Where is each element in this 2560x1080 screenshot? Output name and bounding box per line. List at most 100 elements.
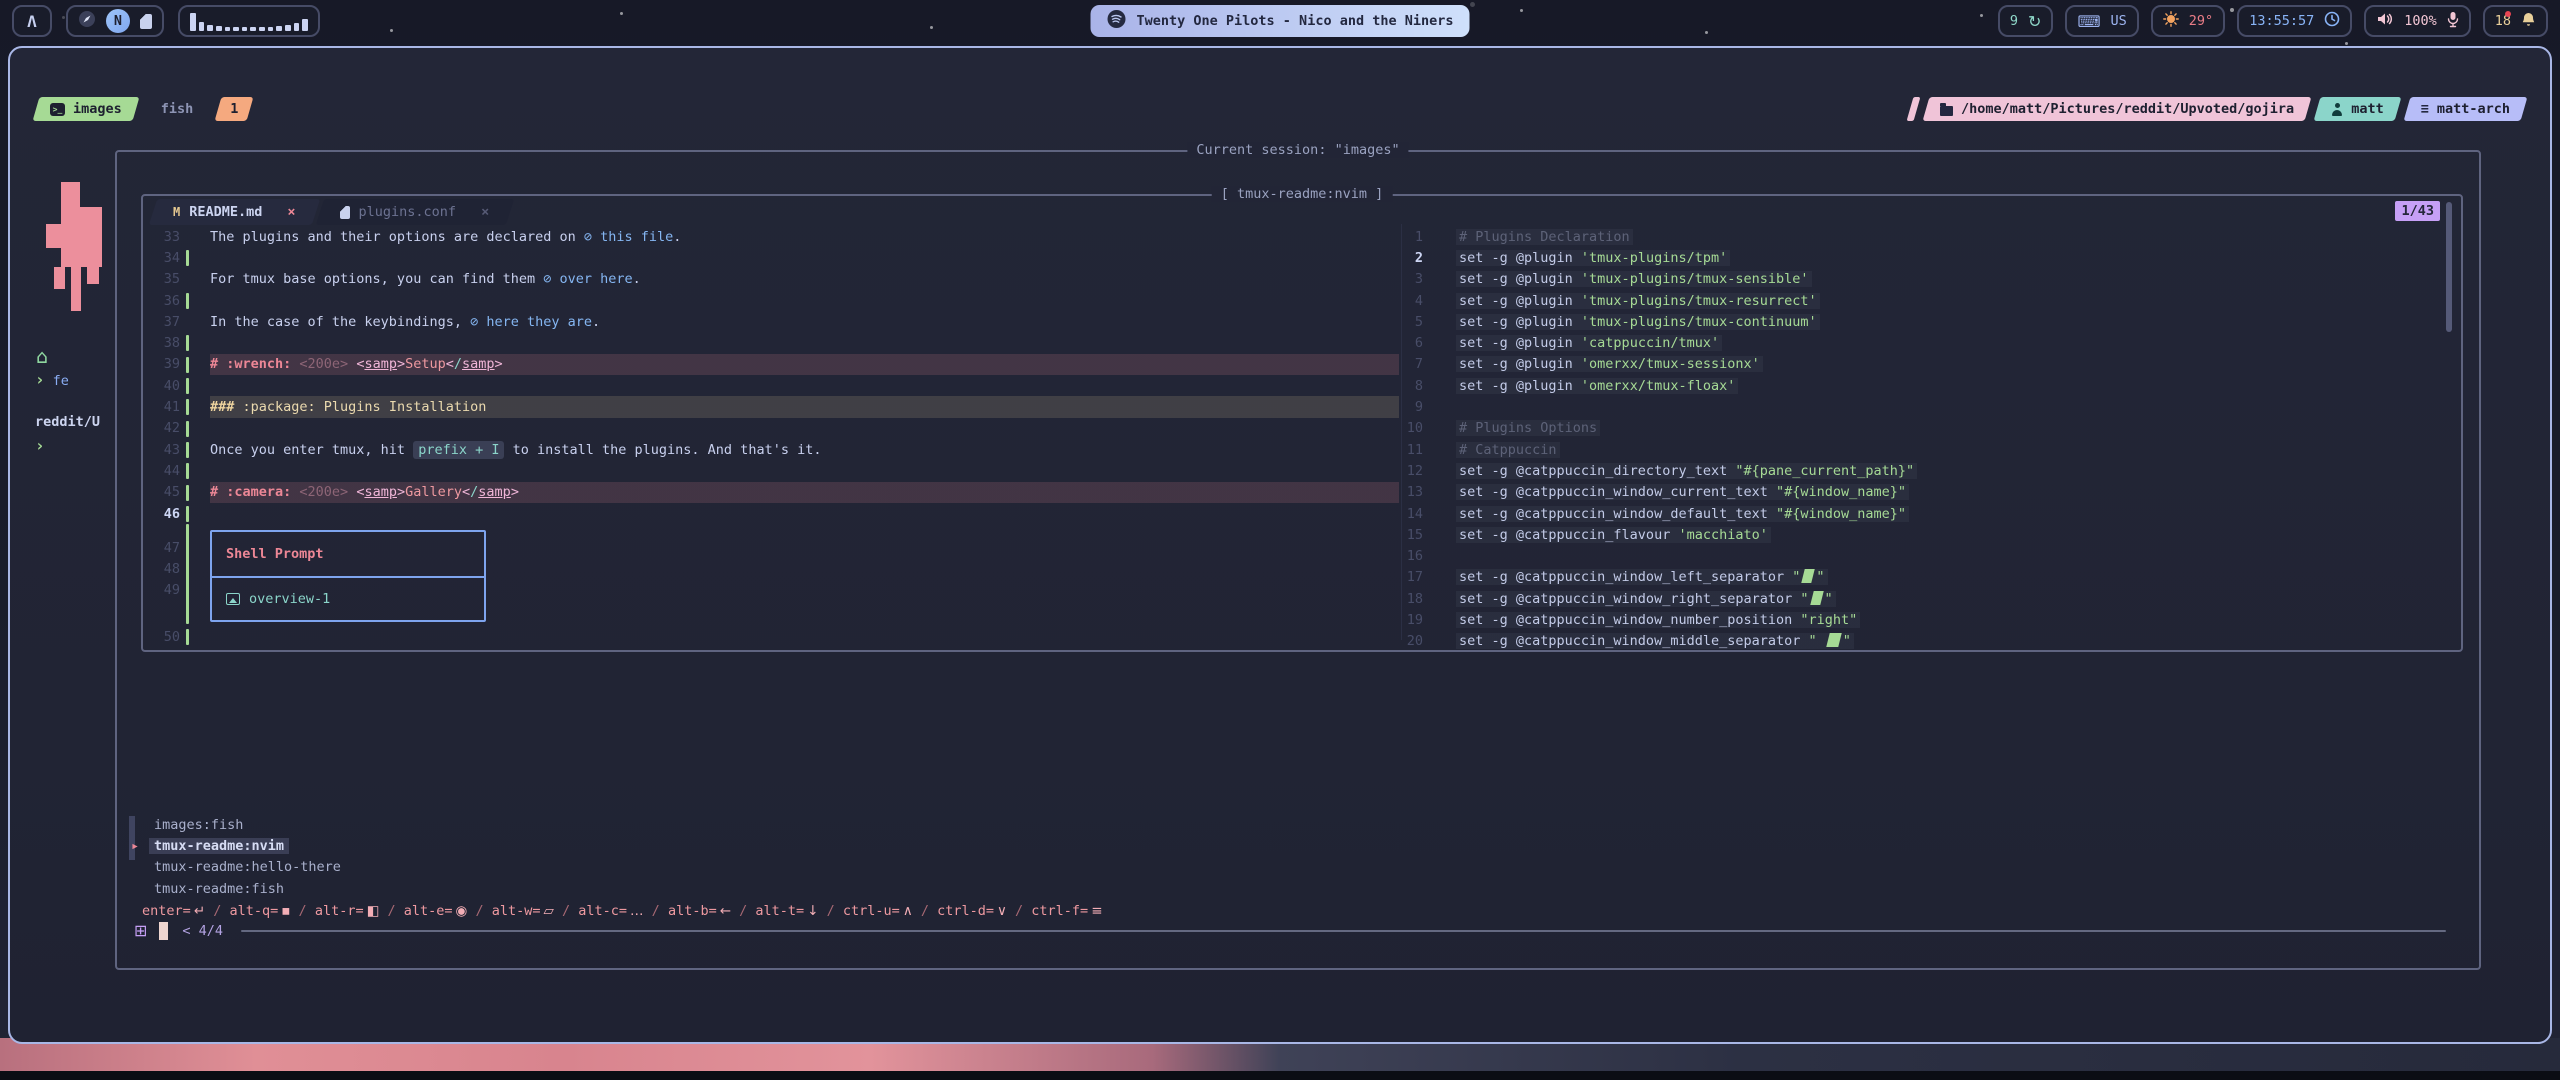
editor-tab-readme[interactable]: M README.md × bbox=[153, 199, 316, 225]
wallpaper-bottom-edge bbox=[0, 1071, 2560, 1080]
session-popup-title: Current session: "images" bbox=[1187, 142, 1408, 158]
weather-widget[interactable]: 29° bbox=[2151, 5, 2225, 37]
code-line: 13set -g @catppuccin_window_current_text… bbox=[1406, 482, 2452, 503]
fzf-prompt-line[interactable]: ⊞ < 4/4 bbox=[134, 921, 2446, 940]
clock-widget[interactable]: 13:55:57 bbox=[2237, 5, 2352, 37]
code-line: 37In the case of the keybindings, ⊘ here… bbox=[143, 311, 1399, 332]
tmux-path-segment: /home/matt/Pictures/reddit/Upvoted/gojir… bbox=[1926, 97, 2308, 121]
bell-icon bbox=[2521, 11, 2536, 31]
tmux-window-name[interactable]: fish bbox=[161, 101, 194, 117]
code-line: 2set -g @plugin 'tmux-plugins/tpm' bbox=[1406, 247, 2452, 268]
code-line: 39# :wrench: <200e> <samp>Setup</samp> bbox=[143, 354, 1399, 375]
clock-icon bbox=[2324, 11, 2340, 31]
clock-time: 13:55:57 bbox=[2249, 13, 2314, 29]
dock: N bbox=[66, 5, 164, 37]
session-popup: Current session: "images" [ tmux-readme:… bbox=[115, 150, 2481, 970]
code-line: 17set -g @catppuccin_window_left_separat… bbox=[1406, 567, 2452, 588]
plugins-conf-editor-pane: 1# Plugins Declaration2set -g @plugin 't… bbox=[1406, 226, 2452, 652]
nvim-pane-box: [ tmux-readme:nvim ] M README.md × plugi… bbox=[141, 194, 2463, 652]
top-bar: Λ N Twenty One Pilots - Nico and the Nin… bbox=[12, 5, 2548, 37]
tmux-window-index[interactable]: 1 bbox=[218, 97, 250, 121]
code-line: 11# Catppuccin bbox=[1406, 439, 2452, 460]
match-counter: < 4/4 bbox=[182, 923, 223, 939]
code-line: 15set -g @catppuccin_flavour 'macchiato' bbox=[1406, 524, 2452, 545]
markdown-table: 474849Shell Promptoverview-1 bbox=[143, 524, 1399, 626]
speaker-icon bbox=[2376, 11, 2394, 31]
code-line: 44 bbox=[143, 460, 1399, 481]
media-player-widget[interactable]: Twenty One Pilots - Nico and the Niners bbox=[1091, 5, 1470, 37]
shell-prompt-2[interactable]: › bbox=[35, 436, 45, 455]
editor-tab-plugins-conf[interactable]: plugins.conf × bbox=[320, 199, 510, 225]
session-item[interactable]: tmux-readme:fish bbox=[131, 878, 346, 899]
updates-count: 9 bbox=[2010, 13, 2018, 29]
refresh-icon: ↻ bbox=[2028, 12, 2041, 31]
temperature: 29° bbox=[2189, 13, 2213, 29]
spotify-icon bbox=[1107, 9, 1127, 33]
grid-icon: ⊞ bbox=[134, 921, 147, 940]
readme-editor-pane: 33The plugins and their options are decl… bbox=[143, 226, 1399, 647]
tmux-status-bar: >_ images fish 1 /home/matt/Pictures/red… bbox=[36, 96, 2524, 122]
username: matt bbox=[2351, 101, 2384, 117]
volume-level: 100% bbox=[2404, 13, 2437, 29]
home-icon: ⌂ bbox=[36, 346, 48, 368]
session-list: images:fish▸tmux-readme:nvimtmux-readme:… bbox=[131, 814, 346, 899]
code-line: 16 bbox=[1406, 545, 2452, 566]
code-line: 42 bbox=[143, 418, 1399, 439]
code-line: 6set -g @plugin 'catppuccin/tmux' bbox=[1406, 332, 2452, 353]
code-line: 35For tmux base options, you can find th… bbox=[143, 269, 1399, 290]
notification-dot bbox=[2505, 11, 2511, 17]
code-line: 41### :package: Plugins Installation bbox=[143, 396, 1399, 417]
close-icon[interactable]: × bbox=[287, 204, 295, 220]
visualizer-bars bbox=[190, 11, 308, 31]
current-path: /home/matt/Pictures/reddit/Upvoted/gojir… bbox=[1961, 101, 2294, 117]
code-line: 10# Plugins Options bbox=[1406, 418, 2452, 439]
code-line: 34 bbox=[143, 247, 1399, 268]
code-line: 33The plugins and their options are decl… bbox=[143, 226, 1399, 247]
session-tab-label: images bbox=[73, 101, 122, 117]
tmux-host-segment: ≡ matt-arch bbox=[2407, 97, 2524, 121]
pixel-art-sprite bbox=[46, 182, 102, 312]
prompt-separator-line bbox=[241, 930, 2446, 932]
code-line: 36 bbox=[143, 290, 1399, 311]
code-line: 20set -g @catppuccin_window_middle_separ… bbox=[1406, 631, 2452, 652]
browser-compass-icon[interactable] bbox=[78, 10, 96, 32]
tmux-user-segment: matt bbox=[2317, 97, 2398, 121]
tmux-tab-session[interactable]: >_ images bbox=[36, 97, 136, 121]
folder-icon bbox=[1940, 106, 1953, 116]
close-icon[interactable]: × bbox=[481, 204, 489, 220]
prompt-chevron-icon: › bbox=[35, 436, 45, 455]
keyboard-layout-widget[interactable]: ⌨ US bbox=[2065, 5, 2138, 37]
session-item[interactable]: tmux-readme:hello-there bbox=[131, 857, 346, 878]
fzf-keybind-help: enter=↵ / alt-q=▪ / alt-r=◧ / alt-e=◉ / … bbox=[142, 901, 1103, 921]
code-line: 18set -g @catppuccin_window_right_separa… bbox=[1406, 588, 2452, 609]
code-line: 50 bbox=[143, 626, 1399, 647]
code-line: 46 bbox=[143, 503, 1399, 524]
code-line: 38 bbox=[143, 332, 1399, 353]
code-line: 1# Plugins Declaration bbox=[1406, 226, 2452, 247]
code-line: 7set -g @plugin 'omerxx/tmux-sessionx' bbox=[1406, 354, 2452, 375]
terminal-window: >_ images fish 1 /home/matt/Pictures/red… bbox=[8, 46, 2552, 1044]
updates-widget[interactable]: 9 ↻ bbox=[1998, 5, 2054, 37]
code-line: 8set -g @plugin 'omerxx/tmux-floax' bbox=[1406, 375, 2452, 396]
nvim-pane-title: [ tmux-readme:nvim ] bbox=[1212, 186, 1393, 202]
launcher-icon: Λ bbox=[27, 12, 37, 31]
neovim-icon[interactable]: N bbox=[106, 9, 130, 33]
text-cursor bbox=[159, 922, 168, 940]
audio-widget[interactable]: 100% bbox=[2364, 5, 2471, 37]
hostname: matt-arch bbox=[2437, 101, 2510, 117]
date-widget[interactable]: 18 bbox=[2483, 5, 2548, 37]
session-item[interactable]: ▸tmux-readme:nvim bbox=[131, 835, 346, 856]
file-icon bbox=[340, 206, 350, 219]
microphone-icon bbox=[2447, 11, 2459, 32]
launcher-button[interactable]: Λ bbox=[12, 5, 52, 37]
editor-tabline: M README.md × plugins.conf × bbox=[153, 199, 509, 225]
code-line: 40 bbox=[143, 375, 1399, 396]
sun-icon bbox=[2163, 11, 2179, 31]
shell-prompt-line[interactable]: ›fe bbox=[35, 370, 69, 389]
code-line: 43Once you enter tmux, hit prefix + I to… bbox=[143, 439, 1399, 460]
terminal-icon: >_ bbox=[50, 103, 65, 116]
now-playing-title: Twenty One Pilots - Nico and the Niners bbox=[1137, 13, 1454, 29]
typed-command: fe bbox=[53, 373, 69, 389]
document-icon[interactable] bbox=[140, 14, 152, 29]
session-item[interactable]: images:fish bbox=[131, 814, 346, 835]
